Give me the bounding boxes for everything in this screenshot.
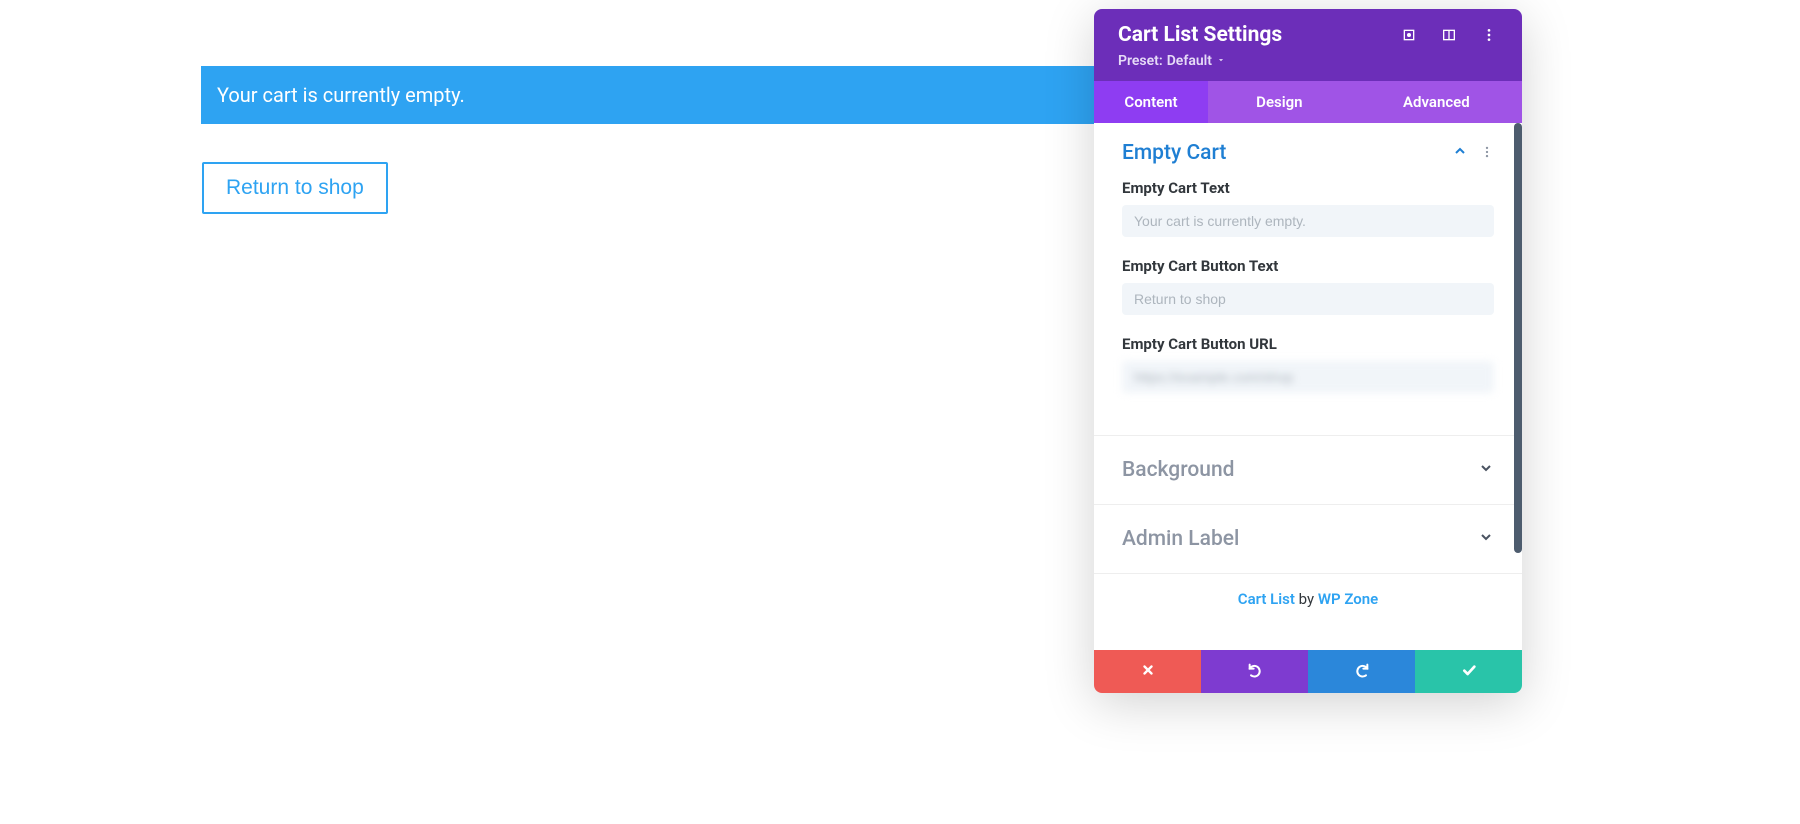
save-button[interactable]	[1415, 650, 1522, 693]
redo-button[interactable]	[1308, 650, 1415, 693]
section-heading-background[interactable]: Background	[1094, 436, 1522, 504]
expand-icon[interactable]	[1400, 26, 1418, 44]
tab-design[interactable]: Design	[1208, 81, 1351, 123]
page-preview: Your cart is currently empty. Return to …	[0, 0, 1800, 824]
input-empty-cart-button-text[interactable]	[1122, 283, 1494, 315]
panel-footer	[1094, 650, 1522, 693]
label-empty-cart-button-url: Empty Cart Button URL	[1122, 335, 1494, 353]
field-empty-cart-text: Empty Cart Text	[1122, 179, 1494, 237]
cancel-button[interactable]	[1094, 650, 1201, 693]
tab-advanced[interactable]: Advanced	[1351, 81, 1522, 123]
credit-product-link[interactable]: Cart List	[1238, 590, 1295, 608]
panel-title-row: Cart List Settings	[1118, 23, 1498, 47]
label-empty-cart-text: Empty Cart Text	[1122, 179, 1494, 197]
redo-icon	[1354, 662, 1370, 682]
credit-line: Cart List by WP Zone	[1094, 574, 1522, 628]
section-heading-actions	[1452, 143, 1494, 163]
field-empty-cart-button-url: Empty Cart Button URL	[1122, 335, 1494, 393]
panel-body: Empty Cart Empty Cart Text Empty Cart Bu	[1094, 123, 1522, 650]
section-body-empty-cart: Empty Cart Text Empty Cart Button Text E…	[1094, 179, 1522, 435]
section-admin-label: Admin Label	[1094, 505, 1522, 574]
check-icon	[1461, 662, 1477, 682]
return-to-shop-label: Return to shop	[226, 176, 364, 199]
chevron-down-icon	[1478, 529, 1494, 549]
undo-icon	[1247, 662, 1263, 682]
return-to-shop-button[interactable]: Return to shop	[202, 162, 388, 214]
preset-value: Default	[1167, 53, 1212, 69]
more-vertical-icon[interactable]	[1480, 144, 1494, 163]
chevron-down-icon	[1478, 460, 1494, 480]
undo-button[interactable]	[1201, 650, 1308, 693]
caret-down-icon	[1216, 53, 1226, 69]
field-empty-cart-button-text: Empty Cart Button Text	[1122, 257, 1494, 315]
preset-label: Preset:	[1118, 53, 1163, 69]
chevron-up-icon[interactable]	[1452, 143, 1468, 163]
scrollbar[interactable]	[1514, 123, 1522, 618]
section-title-admin-label: Admin Label	[1122, 527, 1239, 551]
section-title-background: Background	[1122, 458, 1234, 482]
panel-header: Cart List Settings Preset: Default	[1094, 9, 1522, 81]
empty-cart-notice-text: Your cart is currently empty.	[217, 83, 465, 107]
credit-by: by	[1295, 590, 1318, 608]
section-title-empty-cart: Empty Cart	[1122, 141, 1226, 165]
credit-author-link[interactable]: WP Zone	[1318, 590, 1378, 608]
more-vertical-icon[interactable]	[1480, 26, 1498, 44]
scrollbar-thumb[interactable]	[1514, 123, 1522, 553]
input-empty-cart-text[interactable]	[1122, 205, 1494, 237]
section-empty-cart: Empty Cart Empty Cart Text Empty Cart Bu	[1094, 123, 1522, 436]
close-icon	[1141, 662, 1155, 681]
input-empty-cart-button-url[interactable]	[1122, 361, 1494, 393]
panel-tabs: Content Design Advanced	[1094, 81, 1522, 123]
section-background: Background	[1094, 436, 1522, 505]
preset-selector[interactable]: Preset: Default	[1118, 53, 1498, 69]
section-heading-empty-cart[interactable]: Empty Cart	[1094, 123, 1522, 179]
panel-header-icons	[1400, 26, 1498, 44]
section-heading-admin-label[interactable]: Admin Label	[1094, 505, 1522, 573]
panel-title: Cart List Settings	[1118, 23, 1282, 47]
tab-content[interactable]: Content	[1094, 81, 1208, 123]
label-empty-cart-button-text: Empty Cart Button Text	[1122, 257, 1494, 275]
settings-panel: Cart List Settings Preset: Default Con	[1094, 9, 1522, 693]
columns-icon[interactable]	[1440, 26, 1458, 44]
